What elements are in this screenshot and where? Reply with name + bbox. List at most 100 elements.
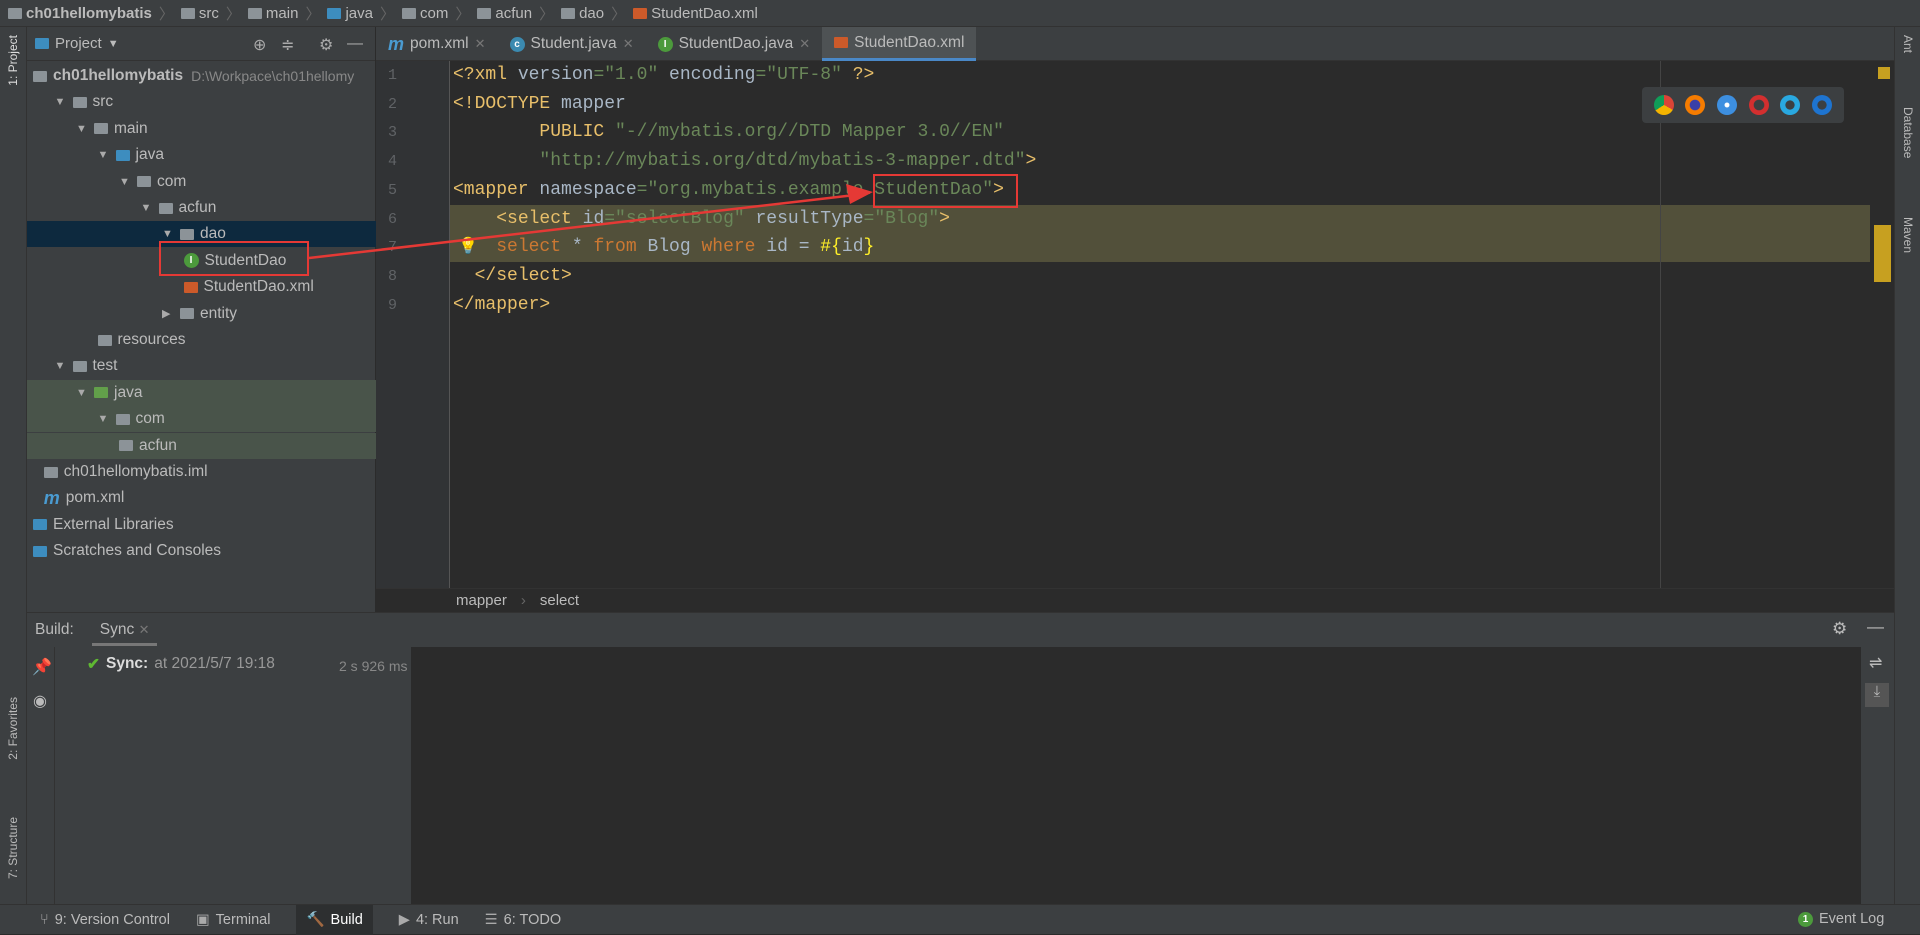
tab-sync[interactable]: Sync ✕: [91, 615, 158, 646]
chevron-icon[interactable]: ▼: [76, 387, 88, 399]
folder-icon: [402, 7, 416, 19]
event-log-button[interactable]: 1 Event Log: [1798, 904, 1884, 934]
favorites-tool-button[interactable]: 2: Favorites: [6, 697, 20, 760]
soft-wrap-icon[interactable]: ⇌: [1869, 653, 1882, 673]
pin-icon[interactable]: 📌: [32, 657, 52, 677]
chevron-icon[interactable]: ▶: [162, 307, 174, 320]
gear-icon[interactable]: ⚙: [1832, 619, 1847, 639]
code-line: </mapper>: [453, 291, 550, 320]
chevron-icon[interactable]: ▼: [55, 96, 67, 108]
breadcrumb-select[interactable]: select: [540, 592, 579, 609]
chevron-icon[interactable]: ▼: [55, 360, 67, 372]
tree-item[interactable]: m pom.xml: [27, 485, 376, 511]
tree-item[interactable]: ▼ com: [27, 406, 376, 433]
eye-icon[interactable]: ◉: [33, 691, 47, 711]
breadcrumb-item[interactable]: com: [402, 5, 448, 22]
breadcrumb-item[interactable]: dao: [561, 5, 604, 22]
chevron-icon[interactable]: ▼: [76, 123, 88, 135]
project-tool-button[interactable]: 1: Project: [6, 35, 20, 86]
chevron-down-icon[interactable]: ▼: [108, 38, 119, 50]
internet-explorer-icon[interactable]: [1780, 95, 1801, 115]
tree-item[interactable]: ▼ java: [27, 379, 376, 406]
close-icon[interactable]: ✕: [475, 36, 486, 52]
breadcrumb-mapper[interactable]: mapper: [456, 592, 507, 609]
tab-studentdao-java[interactable]: I StudentDao.java ✕: [646, 27, 823, 61]
tab-pom-xml[interactable]: m pom.xml ✕: [376, 27, 498, 61]
ant-tool-button[interactable]: Ant: [1901, 35, 1915, 53]
collapse-all-icon[interactable]: ≑: [281, 35, 294, 55]
code-token: mapper: [561, 93, 626, 114]
tree-item[interactable]: Scratches and Consoles: [27, 538, 376, 564]
close-icon[interactable]: ✕: [623, 36, 634, 52]
database-tool-button[interactable]: Database: [1901, 107, 1915, 158]
tree-item[interactable]: ▼ com: [27, 169, 376, 195]
breadcrumb-item[interactable]: ch01hellomybatis: [8, 5, 152, 22]
line-number: 8: [388, 267, 398, 285]
chevron-icon[interactable]: ▼: [119, 176, 131, 188]
chevron-icon[interactable]: ▼: [98, 413, 110, 425]
tree-item[interactable]: ▶ entity: [27, 301, 376, 327]
tree-item[interactable]: acfun: [27, 432, 376, 459]
tree-item[interactable]: ch01hellomybatis D:\Workpace\ch01hellomy: [27, 63, 376, 89]
structure-tool-button[interactable]: 7: Structure: [6, 817, 20, 879]
project-panel: Project ▼ ⊕ ≑ ⚙ — ch01hellomybatis D:\Wor…: [27, 27, 376, 612]
edge-icon[interactable]: [1812, 95, 1833, 115]
breadcrumb-item[interactable]: acfun: [477, 5, 532, 22]
tree-item[interactable]: StudentDao.xml: [27, 274, 376, 300]
tree-item-label: com: [157, 172, 187, 190]
chevron-icon[interactable]: ▼: [98, 149, 110, 161]
tree-item[interactable]: ▼ src: [27, 89, 376, 115]
locate-icon[interactable]: ⊕: [253, 35, 266, 55]
tool-window-terminal[interactable]: ▣ Terminal: [196, 912, 271, 928]
tool-window--run[interactable]: ▶ 4: Run: [399, 912, 459, 928]
event-log-label: Event Log: [1819, 911, 1885, 927]
right-margin-guide: [1660, 61, 1661, 588]
tree-item[interactable]: resources: [27, 327, 376, 353]
tool-window--version-control[interactable]: ⑂ 9: Version Control: [40, 912, 170, 928]
project-view-icon: [35, 38, 49, 49]
tree-item[interactable]: ▼ acfun: [27, 195, 376, 221]
close-icon[interactable]: ✕: [139, 622, 150, 637]
tab-student-java[interactable]: c Student.java ✕: [498, 27, 646, 61]
maven-tool-button[interactable]: Maven: [1901, 217, 1915, 253]
tree-item-label: src: [92, 93, 114, 111]
tree-item[interactable]: ▼ test: [27, 353, 376, 379]
close-icon[interactable]: ✕: [799, 36, 810, 52]
breadcrumb-item[interactable]: src: [180, 5, 219, 22]
breadcrumb-item[interactable]: java: [327, 5, 373, 22]
safari-icon[interactable]: [1717, 95, 1738, 115]
code-line: select * from Blog where id = #{id}: [453, 233, 874, 262]
scroll-to-end-icon[interactable]: ⤓: [1865, 683, 1889, 707]
tree-item[interactable]: External Libraries: [27, 512, 376, 538]
firefox-icon[interactable]: [1685, 95, 1706, 115]
chrome-icon[interactable]: [1653, 95, 1674, 115]
chevron-icon[interactable]: ▼: [162, 228, 174, 240]
hide-icon[interactable]: —: [1867, 617, 1884, 637]
package-icon: [180, 228, 194, 240]
sync-result-row[interactable]: ✔ Sync: at 2021/5/7 19:18: [87, 655, 275, 674]
chevron-icon[interactable]: ▼: [141, 202, 153, 214]
sync-duration: 2 s 926 ms: [339, 658, 408, 674]
module-icon: [33, 70, 47, 82]
folder-icon: [561, 7, 576, 19]
breadcrumb-separator: 〉: [611, 5, 627, 23]
tree-item[interactable]: ▼ main: [27, 116, 376, 142]
inspection-indicator[interactable]: [1878, 67, 1890, 79]
tree-item[interactable]: ▼ java: [27, 142, 376, 168]
scrollbar-marker[interactable]: [1874, 225, 1891, 282]
project-view-selector[interactable]: Project: [55, 35, 102, 52]
breadcrumb-item[interactable]: main: [247, 5, 298, 22]
code-token: id: [582, 208, 605, 229]
opera-icon[interactable]: [1748, 95, 1769, 115]
gear-icon[interactable]: ⚙: [319, 35, 333, 55]
breadcrumb-item[interactable]: StudentDao.xml: [633, 5, 758, 22]
tool-window-build[interactable]: 🔨 Build: [296, 904, 373, 935]
code-editor[interactable]: 💡 <?xml version="1.0" encoding="UTF-8" ?…: [450, 61, 1894, 588]
tree-item[interactable]: ch01hellomybatis.iml: [27, 459, 376, 485]
tool-window--todo[interactable]: ☰ 6: TODO: [485, 912, 561, 928]
tab-studentdao-xml[interactable]: StudentDao.xml: [822, 27, 977, 61]
hide-icon[interactable]: —: [347, 35, 363, 53]
build-output[interactable]: [411, 647, 1861, 905]
tool-window-label: Terminal: [215, 911, 271, 928]
